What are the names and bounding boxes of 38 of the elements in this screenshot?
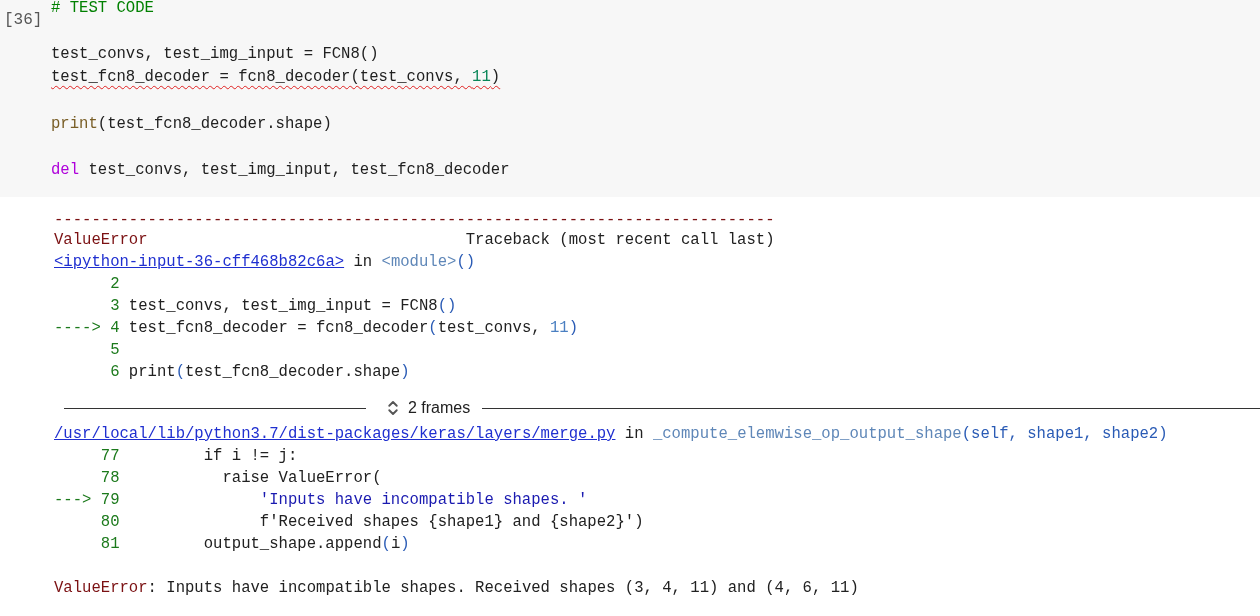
current-line-arrow: ----> bbox=[54, 318, 101, 339]
line-number: 79 bbox=[100, 490, 120, 511]
separator-dashes: ----------------------------------------------------------------------------- bbox=[54, 210, 775, 229]
file-link[interactable]: <ipython-input-36-cff468b82c6a> bbox=[54, 251, 345, 273]
in-label: in bbox=[352, 252, 374, 273]
line-number: 2 bbox=[110, 274, 120, 295]
collapsed-frames-toggle[interactable]: 2 frames bbox=[366, 399, 483, 417]
code-line: print(test_fcn8_decoder.shape) bbox=[128, 362, 410, 383]
line-number: 81 bbox=[100, 534, 120, 555]
line-number: 78 bbox=[100, 468, 120, 489]
code-line: test_fcn8_decoder = fcn8_decoder(test_convs, 11) bbox=[128, 318, 579, 339]
current-line-arrow: ---> bbox=[54, 490, 92, 511]
code-line: print(test_fcn8_decoder.shape) bbox=[51, 115, 332, 135]
line-number: 3 bbox=[110, 296, 120, 317]
line-number: 5 bbox=[110, 340, 120, 361]
code-line: if i != j: bbox=[202, 446, 298, 467]
error-type: ValueError bbox=[54, 578, 148, 599]
error-type: ValueError bbox=[54, 230, 148, 251]
code-line: 'Inputs have incompatible shapes. ' bbox=[258, 490, 588, 511]
in-label: in bbox=[623, 424, 645, 445]
traceback-title: Traceback (most recent call last) bbox=[465, 230, 775, 251]
code-line: del test_convs, test_img_input, test_fcn8_decoder bbox=[51, 161, 510, 181]
error-message: : Inputs have incompatible shapes. Received shapes (3, 4, 11) and (4, 6, 11) bbox=[147, 578, 859, 599]
line-number: 77 bbox=[100, 446, 120, 467]
line-number: 80 bbox=[100, 512, 120, 533]
function-signature: <module>() bbox=[381, 252, 476, 273]
execution-count: [36] bbox=[3, 10, 44, 31]
code-line: raise ValueError( bbox=[221, 468, 382, 489]
line-number: 6 bbox=[110, 362, 120, 383]
function-signature: _compute_elemwise_op_output_shape(self, shape1, shape2) bbox=[652, 424, 1168, 445]
file-link[interactable]: /usr/local/lib/python3.7/dist-packages/keras/layers/merge.py bbox=[54, 423, 616, 445]
code-line: # TEST CODE bbox=[51, 0, 154, 19]
code-line: test_convs, test_img_input = FCN8() bbox=[128, 296, 457, 317]
code-line: test_fcn8_decoder = fcn8_decoder(test_convs, 11) bbox=[51, 69, 501, 89]
code-line: output_shape.append(i) bbox=[202, 534, 410, 555]
code-line: test_convs, test_img_input = FCN8() bbox=[51, 46, 379, 66]
code-line: f'Received shapes {shape1} and {shape2}') bbox=[258, 512, 644, 533]
line-number: 4 bbox=[110, 318, 120, 339]
